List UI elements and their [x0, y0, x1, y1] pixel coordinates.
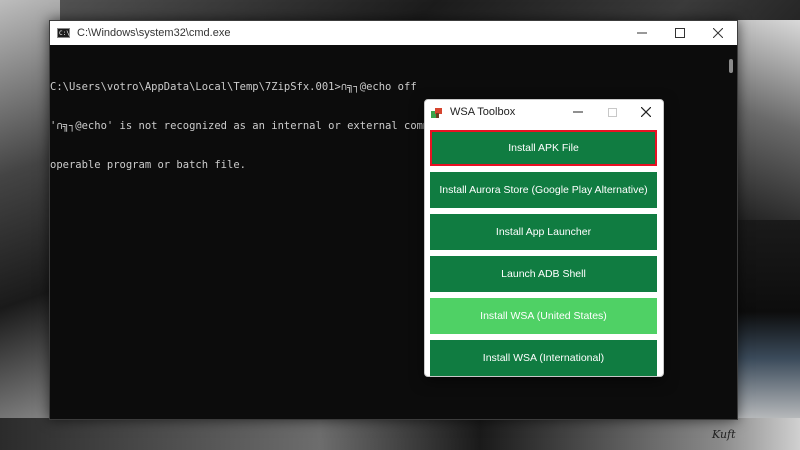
cmd-scrollbar[interactable]	[725, 45, 737, 419]
scrollbar-thumb[interactable]	[729, 59, 733, 73]
minimize-icon[interactable]	[623, 21, 661, 45]
toolbox-title: WSA Toolbox	[450, 106, 516, 118]
close-icon[interactable]	[629, 100, 663, 124]
install-app-launcher-button[interactable]: Install App Launcher	[430, 214, 657, 250]
install-apk-file-button[interactable]: Install APK File	[430, 130, 657, 166]
install-aurora-store-button[interactable]: Install Aurora Store (Google Play Altern…	[430, 172, 657, 208]
wsa-toolbox-window[interactable]: WSA Toolbox Install APK File Install Aur…	[424, 99, 664, 377]
toolbox-titlebar[interactable]: WSA Toolbox	[425, 100, 663, 124]
cmd-window-title: C:\Windows\system32\cmd.exe	[77, 27, 231, 39]
toolbox-window-controls	[561, 100, 663, 124]
cmd-titlebar[interactable]: C:\ C:\Windows\system32\cmd.exe	[50, 21, 737, 45]
maximize-icon	[595, 100, 629, 124]
install-wsa-us-button[interactable]: Install WSA (United States)	[430, 298, 657, 334]
wsa-toolbox-icon	[431, 106, 443, 118]
close-icon[interactable]	[699, 21, 737, 45]
install-wsa-international-button[interactable]: Install WSA (International)	[430, 340, 657, 376]
launch-adb-shell-button[interactable]: Launch ADB Shell	[430, 256, 657, 292]
wallpaper-floor	[0, 418, 800, 450]
cmd-app-icon: C:\	[57, 28, 70, 38]
console-line: C:\Users\votro\AppData\Local\Temp\7ZipSf…	[50, 81, 417, 93]
wallpaper-signature: Kuft	[712, 428, 736, 441]
maximize-icon[interactable]	[661, 21, 699, 45]
wallpaper-car-hood	[737, 20, 800, 220]
cmd-window-controls	[623, 21, 737, 45]
wallpaper-car-front	[737, 220, 800, 450]
minimize-icon[interactable]	[561, 100, 595, 124]
